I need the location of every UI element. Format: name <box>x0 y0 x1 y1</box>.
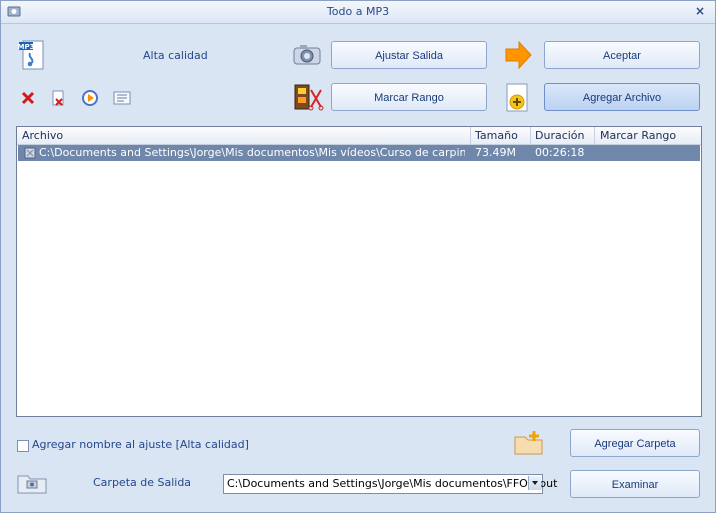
mp3-file-icon[interactable]: MP3 <box>18 40 46 70</box>
quality-label[interactable]: Alta calidad <box>143 49 208 62</box>
header-marcar-rango[interactable]: Marcar Rango <box>600 129 676 142</box>
add-file-icon <box>506 83 528 112</box>
window-title: Todo a MP3 <box>326 5 390 18</box>
file-size: 73.49M <box>475 146 516 159</box>
camera-icon <box>293 45 321 65</box>
add-folder-button[interactable]: Agregar Carpeta <box>570 429 700 457</box>
browse-button[interactable]: Examinar <box>570 470 700 498</box>
output-folder-label: Carpeta de Salida <box>93 476 192 489</box>
file-path: C:\Documents and Settings\Jorge\Mis docu… <box>39 146 465 159</box>
header-duracion[interactable]: Duración <box>535 129 585 142</box>
info-card-icon[interactable] <box>113 91 131 105</box>
add-file-button[interactable]: Agregar Archivo <box>544 83 700 111</box>
append-name-label[interactable]: Agregar nombre al ajuste [Alta calidad] <box>32 438 249 451</box>
close-icon[interactable]: × <box>693 4 707 18</box>
film-scissors-icon <box>294 84 324 111</box>
output-path-combobox[interactable]: C:\Documents and Settings\Jorge\Mis docu… <box>223 474 557 494</box>
header-tamano[interactable]: Tamaño <box>475 129 518 142</box>
header-divider <box>530 127 531 144</box>
svg-text:MP3: MP3 <box>18 43 35 51</box>
mark-range-button[interactable]: Marcar Rango <box>331 83 487 111</box>
header-archivo[interactable]: Archivo <box>22 129 63 142</box>
output-path-text: C:\Documents and Settings\Jorge\Mis docu… <box>227 477 558 490</box>
app-window: Todo a MP3 × MP3 Alta calidad Ajustar Sa… <box>0 0 716 513</box>
adjust-output-button[interactable]: Ajustar Salida <box>331 41 487 69</box>
append-name-checkbox[interactable] <box>17 440 29 452</box>
file-icon <box>24 147 36 159</box>
title-bar: Todo a MP3 × <box>1 1 715 24</box>
chevron-down-icon[interactable] <box>528 476 541 490</box>
table-row[interactable]: C:\Documents and Settings\Jorge\Mis docu… <box>18 145 700 161</box>
output-folder-icon <box>17 475 47 494</box>
orange-arrow-icon <box>505 40 532 70</box>
file-duration: 00:26:18 <box>535 146 585 159</box>
accept-button[interactable]: Aceptar <box>544 41 700 69</box>
file-list[interactable]: Archivo Tamaño Duración Marcar Rango C:\… <box>16 126 702 417</box>
red-x-icon[interactable] <box>19 89 37 107</box>
play-icon[interactable] <box>81 89 99 107</box>
clear-list-icon[interactable] <box>49 89 67 107</box>
header-divider <box>594 127 595 144</box>
header-divider <box>470 127 471 144</box>
folder-add-icon <box>514 431 543 455</box>
table-header: Archivo Tamaño Duración Marcar Rango <box>17 127 701 145</box>
